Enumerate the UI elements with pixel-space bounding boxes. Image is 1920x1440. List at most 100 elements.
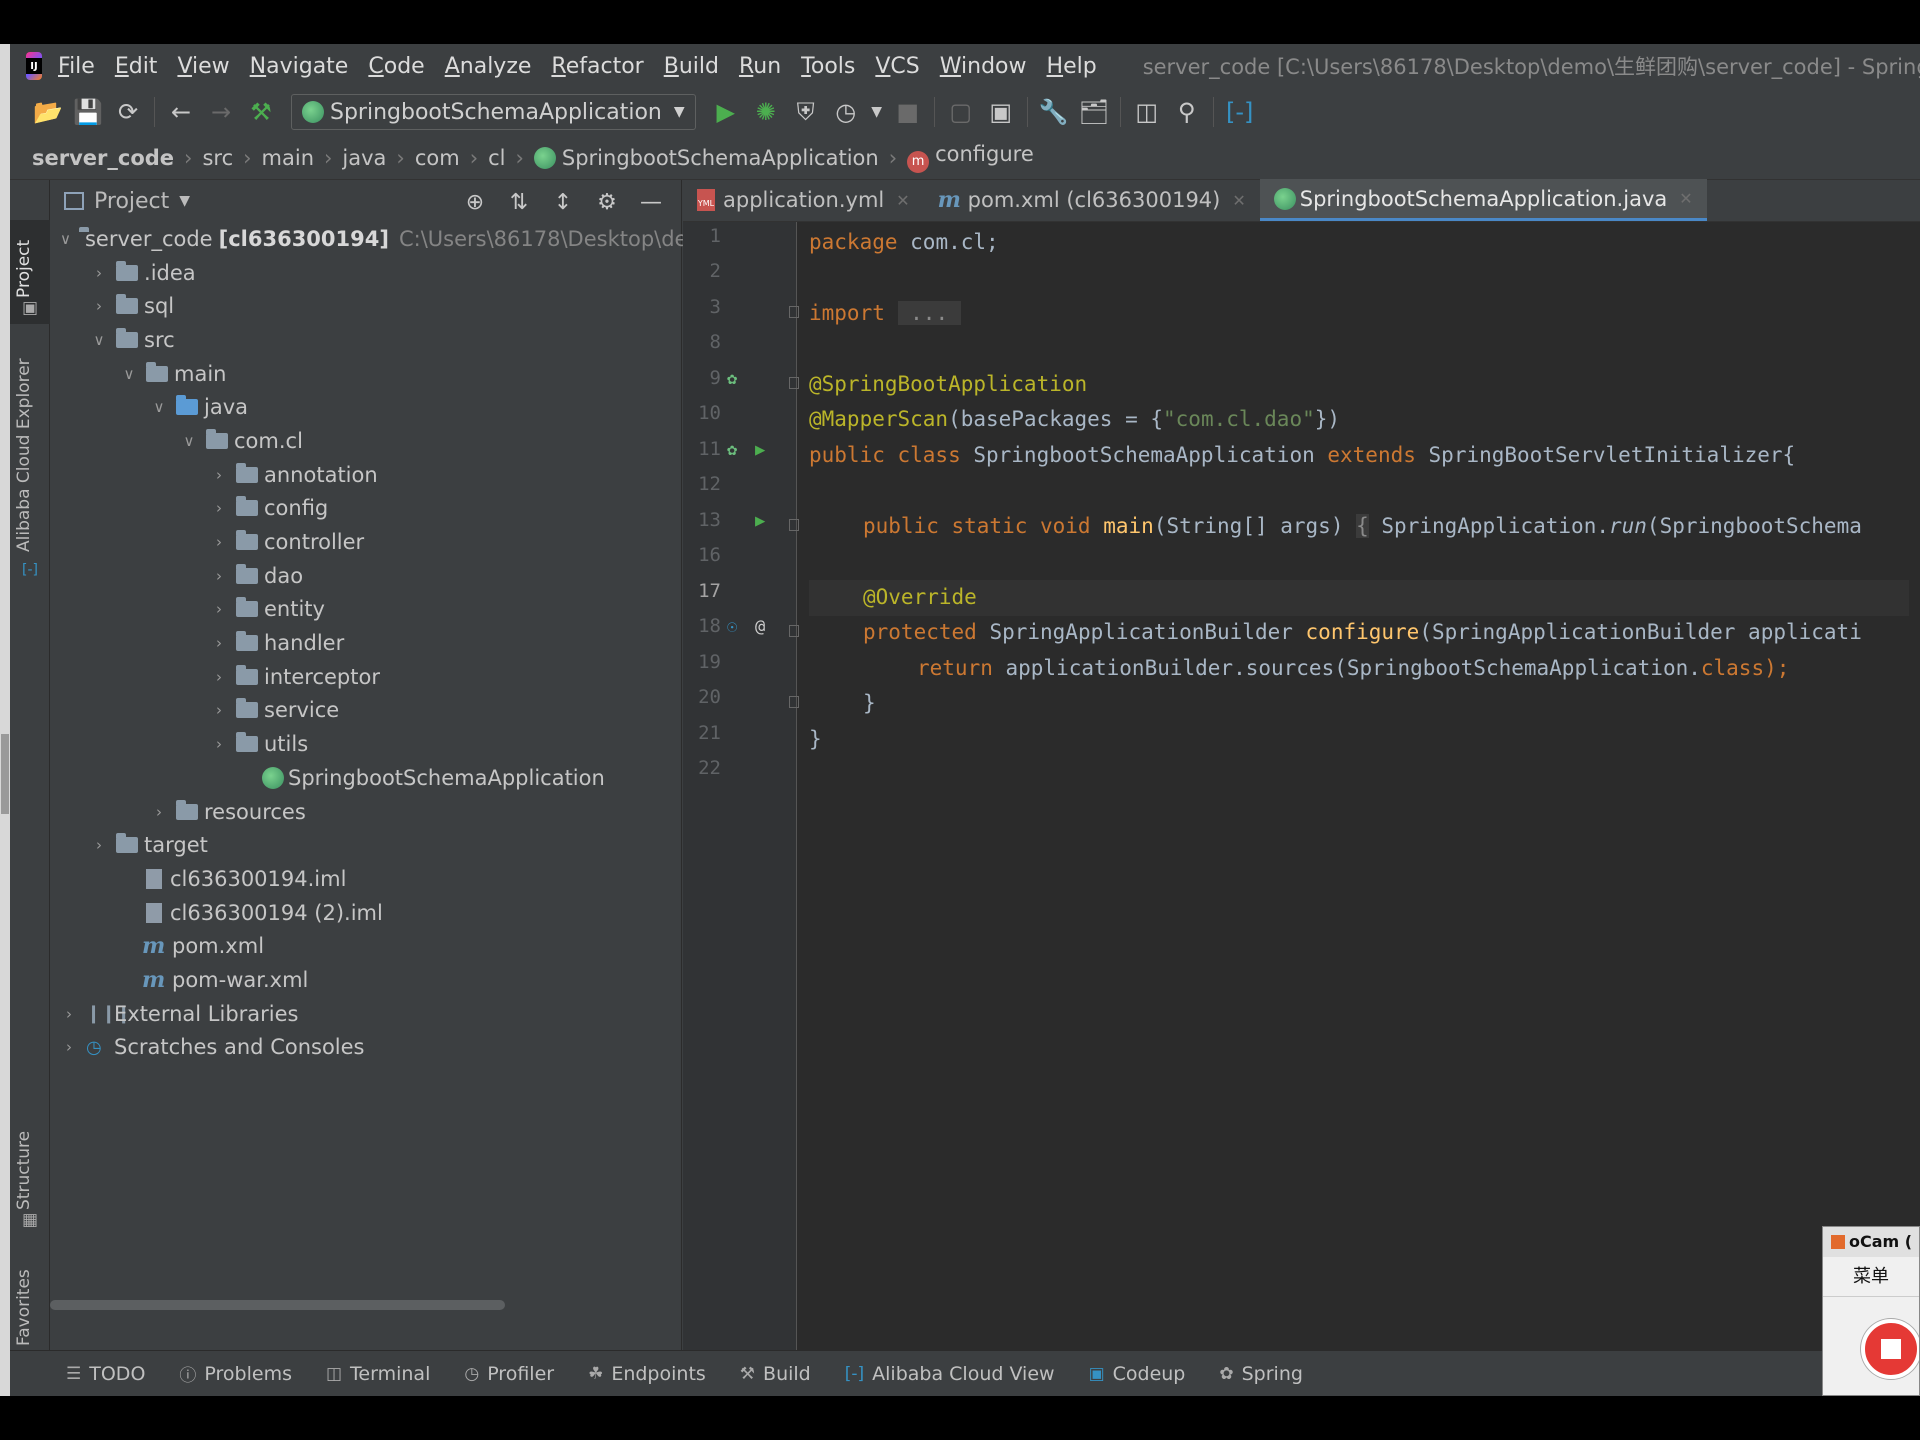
tree-item-resources[interactable]: › resources bbox=[50, 795, 682, 829]
tree-item-pom-war-xml[interactable]: m pom-war.xml bbox=[50, 963, 682, 997]
menu-view[interactable]: View bbox=[177, 54, 229, 79]
menu-navigate[interactable]: Navigate bbox=[250, 54, 349, 79]
side-tab-project[interactable]: Project bbox=[14, 240, 34, 298]
tree-item-src[interactable]: ∨ src bbox=[50, 323, 682, 357]
chevron-down-icon[interactable]: ∨ bbox=[90, 331, 108, 349]
breadcrumb-com[interactable]: com bbox=[415, 146, 460, 170]
close-icon[interactable]: ✕ bbox=[1232, 191, 1245, 210]
fold-marker-icon[interactable] bbox=[789, 306, 799, 318]
build-hammer-icon[interactable]: ⚒ bbox=[241, 92, 281, 132]
tree-item-service[interactable]: › service bbox=[50, 694, 682, 728]
tree-item-idea[interactable]: › . idea bbox=[50, 256, 682, 290]
tool-build[interactable]: ⚒ Build bbox=[740, 1363, 811, 1385]
tree-item-java[interactable]: ∨ java bbox=[50, 390, 682, 424]
chevron-right-icon[interactable]: › bbox=[90, 836, 108, 854]
tree-item-com-cl[interactable]: ∨ com.cl bbox=[50, 424, 682, 458]
close-icon[interactable]: ✕ bbox=[896, 191, 909, 210]
side-tab-favorites[interactable]: Favorites bbox=[14, 1269, 34, 1346]
spring-bean-icon[interactable]: ✿ bbox=[727, 369, 737, 389]
chevron-right-icon[interactable]: › bbox=[90, 264, 108, 282]
alibaba-cloud-icon[interactable]: [-] bbox=[1220, 92, 1260, 132]
tree-item-iml-2[interactable]: cl636300194 (2).iml bbox=[50, 896, 682, 930]
project-structure-icon[interactable]: 🗂 bbox=[1074, 92, 1114, 132]
tool-codeup[interactable]: ▣ Codeup bbox=[1089, 1363, 1186, 1385]
profile-dropdown-icon[interactable]: ▼ bbox=[866, 92, 888, 132]
side-tab-alibaba-cloud-explorer[interactable]: Alibaba Cloud Explorer bbox=[14, 358, 34, 552]
run-gutter-icon[interactable]: ▶ bbox=[755, 440, 765, 460]
scrollbar-thumb[interactable] bbox=[50, 1300, 505, 1310]
horizontal-scrollbar[interactable] bbox=[50, 1300, 682, 1310]
chevron-down-icon[interactable]: ∨ bbox=[180, 432, 198, 450]
fold-marker-icon[interactable] bbox=[789, 696, 799, 708]
chevron-right-icon[interactable]: › bbox=[210, 701, 228, 719]
chevron-right-icon[interactable]: › bbox=[90, 297, 108, 315]
folded-block[interactable]: { bbox=[1356, 514, 1369, 538]
spring-boot-icon[interactable]: ✿ bbox=[727, 440, 737, 460]
open-folder-icon[interactable]: 📂 bbox=[28, 92, 68, 132]
chevron-right-icon[interactable]: › bbox=[150, 803, 168, 821]
chevron-right-icon[interactable]: › bbox=[60, 1038, 78, 1056]
fold-marker-icon[interactable] bbox=[789, 519, 799, 531]
tool-spring[interactable]: ✿ Spring bbox=[1219, 1363, 1303, 1385]
run-gutter-icon[interactable]: ▶ bbox=[755, 511, 765, 531]
menu-vcs[interactable]: VCS bbox=[875, 54, 919, 79]
fold-marker-icon[interactable] bbox=[789, 377, 799, 389]
attach-icon[interactable]: ▢ bbox=[941, 92, 981, 132]
collapse-all-icon[interactable]: ↕ bbox=[541, 186, 585, 218]
folded-imports[interactable]: ... bbox=[897, 301, 961, 325]
chevron-right-icon[interactable]: › bbox=[210, 466, 228, 484]
gear-icon[interactable]: ⚙ bbox=[585, 186, 629, 218]
breadcrumb-main[interactable]: main bbox=[262, 146, 314, 170]
breadcrumb-class[interactable]: SpringbootSchemaApplication bbox=[533, 146, 879, 170]
tree-item-iml[interactable]: cl636300194.iml bbox=[50, 862, 682, 896]
locate-target-icon[interactable]: ⊕ bbox=[453, 186, 497, 218]
menu-file[interactable]: File bbox=[58, 54, 95, 79]
hide-minus-icon[interactable]: — bbox=[629, 186, 673, 218]
terminal-icon[interactable]: ◫ bbox=[1127, 92, 1167, 132]
tool-terminal[interactable]: ◫ Terminal bbox=[326, 1363, 430, 1385]
tree-item-scratches[interactable]: › ◷ Scratches and Consoles bbox=[50, 1031, 682, 1065]
menu-tools[interactable]: Tools bbox=[801, 54, 855, 79]
menu-refactor[interactable]: Refactor bbox=[551, 54, 643, 79]
tree-item-root[interactable]: ∨ server_code [cl636300194] C:\Users\861… bbox=[50, 222, 708, 256]
override-method-icon[interactable]: ☉ bbox=[727, 617, 737, 637]
code-area[interactable]: package com.cl; import ... @SpringBootAp… bbox=[809, 222, 1909, 1350]
sdk-icon[interactable]: ▣ bbox=[981, 92, 1021, 132]
menu-window[interactable]: Window bbox=[940, 54, 1027, 79]
tab-springboot-schema-application-java[interactable]: SpringbootSchemaApplication.java ✕ bbox=[1259, 179, 1707, 221]
save-icon[interactable]: 💾 bbox=[68, 92, 108, 132]
debug-icon[interactable]: ✺ bbox=[746, 92, 786, 132]
tree-item-external-libraries[interactable]: › ❙❙❙ External Libraries bbox=[50, 997, 682, 1031]
tree-item-utils[interactable]: › utils bbox=[50, 727, 682, 761]
back-icon[interactable]: ← bbox=[161, 92, 201, 132]
chevron-right-icon[interactable]: › bbox=[210, 567, 228, 585]
tree-item-sql[interactable]: › sql bbox=[50, 289, 682, 323]
profile-icon[interactable]: ◷ bbox=[826, 92, 866, 132]
chevron-down-icon[interactable]: ▼ bbox=[179, 193, 190, 209]
breadcrumb-server-code[interactable]: server_code bbox=[32, 146, 174, 170]
tree-item-interceptor[interactable]: › interceptor bbox=[50, 660, 682, 694]
tree-item-annotation[interactable]: › annotation bbox=[50, 458, 682, 492]
project-panel-title[interactable]: Project bbox=[94, 189, 169, 214]
sync-icon[interactable]: ⟳ bbox=[108, 92, 148, 132]
breadcrumb-method[interactable]: m configure bbox=[907, 142, 1034, 173]
tree-item-target[interactable]: › target bbox=[50, 828, 682, 862]
tree-item-main[interactable]: ∨ main bbox=[50, 357, 682, 391]
stop-icon[interactable]: ■ bbox=[888, 92, 928, 132]
breadcrumb-src[interactable]: src bbox=[202, 146, 233, 170]
chevron-right-icon[interactable]: › bbox=[210, 533, 228, 551]
chevron-right-icon[interactable]: › bbox=[210, 668, 228, 686]
menu-analyze[interactable]: Analyze bbox=[445, 54, 532, 79]
breadcrumb-java[interactable]: java bbox=[342, 146, 386, 170]
search-icon[interactable]: ⚲ bbox=[1167, 92, 1207, 132]
tree-item-dao[interactable]: › dao bbox=[50, 559, 682, 593]
chevron-right-icon[interactable]: › bbox=[210, 634, 228, 652]
close-icon[interactable]: ✕ bbox=[1679, 189, 1692, 208]
tree-item-springboot-schema-application[interactable]: SpringbootSchemaApplication bbox=[50, 761, 682, 795]
tool-todo[interactable]: ☰ TODO bbox=[66, 1363, 145, 1385]
tree-item-pom-xml[interactable]: m pom.xml bbox=[50, 929, 682, 963]
menu-code[interactable]: Code bbox=[368, 54, 424, 79]
tool-alibaba-cloud-view[interactable]: [-] Alibaba Cloud View bbox=[845, 1363, 1055, 1385]
ocam-stop-record-icon[interactable] bbox=[1861, 1319, 1919, 1379]
chevron-right-icon[interactable]: › bbox=[210, 735, 228, 753]
